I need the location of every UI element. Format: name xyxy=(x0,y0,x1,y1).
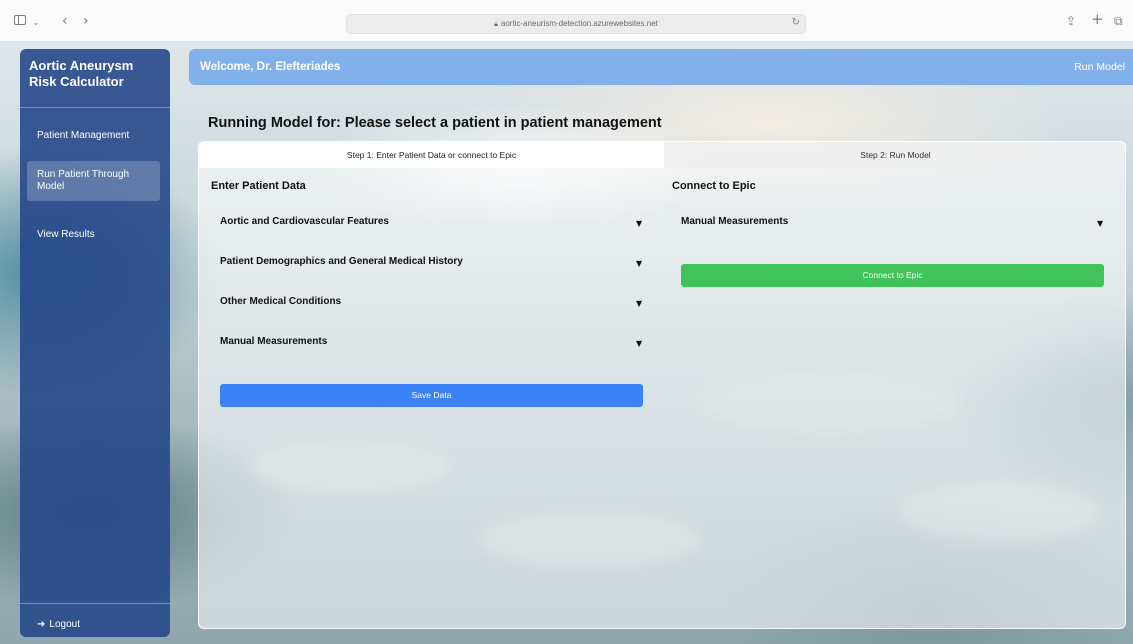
caret-down-icon[interactable]: ▼ xyxy=(636,339,642,348)
caret-down-icon[interactable]: ▼ xyxy=(1097,219,1103,228)
tab-step-1[interactable]: Step 1: Enter Patient Data or connect to… xyxy=(199,142,664,168)
section-manual-measurements[interactable]: Manual Measurements xyxy=(220,336,327,347)
header-bar: Welcome, Dr. Elefteriades Run Model xyxy=(189,49,1133,85)
caret-down-icon[interactable]: ▼ xyxy=(636,259,642,268)
logout-label: Logout xyxy=(49,619,80,630)
welcome-message: Welcome, Dr. Elefteriades xyxy=(200,61,341,73)
section-manual-measurements-epic[interactable]: Manual Measurements xyxy=(681,216,788,227)
sidebar-item-patient-management[interactable]: Patient Management xyxy=(27,122,160,150)
sidebar: Aortic Aneurysm Risk Calculator Patient … xyxy=(20,49,170,637)
page-title: Running Model for: Please select a patie… xyxy=(208,115,662,131)
sidebar-menu-chevron-icon[interactable]: ⌄ xyxy=(32,15,40,31)
connect-to-epic-heading: Connect to Epic xyxy=(672,180,756,192)
page-background: Aortic Aneurysm Risk Calculator Patient … xyxy=(0,42,1133,644)
section-patient-demographics[interactable]: Patient Demographics and General Medical… xyxy=(220,256,463,267)
step-panel: Step 1: Enter Patient Data or connect to… xyxy=(198,141,1126,629)
caret-down-icon[interactable]: ▼ xyxy=(636,219,642,228)
tab-overview-icon[interactable]: ⧉ xyxy=(1114,13,1123,29)
lock-icon: 🔒︎ xyxy=(494,21,498,28)
forward-chevron-icon[interactable]: › xyxy=(83,13,89,29)
back-chevron-icon[interactable]: ‹ xyxy=(62,13,68,29)
url-text: aortic-aneurism-detection.azurewebsites.… xyxy=(500,19,658,28)
section-other-medical-conditions[interactable]: Other Medical Conditions xyxy=(220,296,341,307)
address-bar[interactable]: 🔒︎ aortic-aneurism-detection.azurewebsite… xyxy=(346,14,806,34)
reload-icon[interactable]: ↻ xyxy=(792,17,800,28)
plus-icon[interactable]: + xyxy=(1091,11,1104,27)
tab-step-2[interactable]: Step 2: Run Model xyxy=(664,142,1125,168)
save-data-button[interactable]: Save Data xyxy=(220,384,643,407)
connect-to-epic-button[interactable]: Connect to Epic xyxy=(681,264,1104,287)
run-model-link[interactable]: Run Model xyxy=(1074,61,1125,73)
sidebar-divider xyxy=(20,107,170,108)
enter-patient-data-heading: Enter Patient Data xyxy=(211,180,306,192)
sidebar-item-view-results[interactable]: View Results xyxy=(27,221,160,249)
app-title: Aortic Aneurysm Risk Calculator xyxy=(29,58,134,89)
share-icon[interactable]: ⇪ xyxy=(1066,13,1076,29)
section-aortic-cardiovascular-features[interactable]: Aortic and Cardiovascular Features xyxy=(220,216,389,227)
logout-icon: ➜ xyxy=(37,619,46,630)
browser-toolbar: ⌄ ‹ › 🔒︎ aortic-aneurism-detection.azurew… xyxy=(0,0,1133,42)
logout-button[interactable]: ➜ Logout xyxy=(37,619,80,630)
sidebar-item-run-patient-through-model[interactable]: Run Patient Through Model xyxy=(27,161,160,201)
sidebar-toggle-icon[interactable] xyxy=(14,15,26,25)
sidebar-divider-bottom xyxy=(20,603,170,604)
caret-down-icon[interactable]: ▼ xyxy=(636,299,642,308)
